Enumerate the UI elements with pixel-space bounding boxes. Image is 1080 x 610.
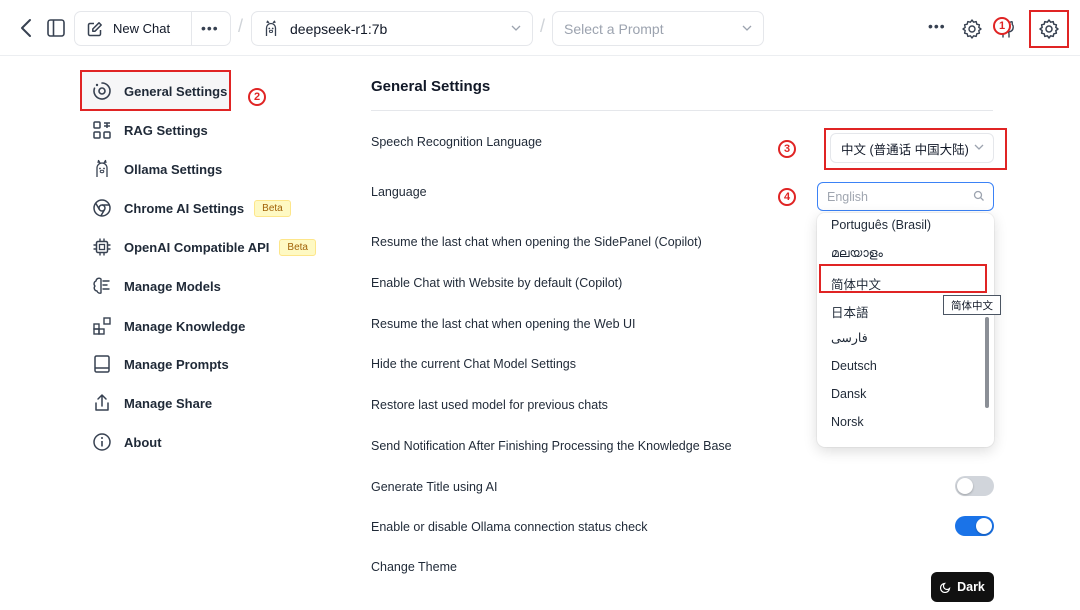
setting-label: Send Notification After Finishing Proces… (371, 439, 732, 453)
setting-label: Hide the current Chat Model Settings (371, 357, 576, 371)
breadcrumb-separator: / (238, 16, 244, 36)
annotation-marker-2: 2 (248, 88, 266, 106)
language-option[interactable]: Norsk (831, 415, 864, 429)
new-chat-label: New Chat (113, 21, 171, 36)
setting-label: Resume the last chat when opening the We… (371, 317, 636, 331)
speech-language-value: 中文 (普通话 中国大陆) (841, 142, 969, 157)
nav-item-manage-models[interactable]: Manage Models (92, 271, 221, 301)
brain-icon (92, 276, 112, 296)
sidebar-toggle-icon[interactable] (44, 16, 68, 40)
share-icon (92, 393, 112, 413)
nav-item-ollama-settings[interactable]: Ollama Settings (92, 154, 222, 184)
language-search-input[interactable] (817, 182, 994, 211)
annotation-marker-4: 4 (778, 188, 796, 206)
breadcrumb-separator: / (540, 16, 546, 36)
setting-label: Enable or disable Ollama connection stat… (371, 520, 648, 534)
nav-item-manage-knowledge[interactable]: Manage Knowledge (92, 311, 245, 341)
nav-item-label: About (124, 434, 162, 450)
chevron-down-icon (974, 144, 984, 150)
option-tooltip: 简体中文 (943, 295, 1001, 315)
nav-item-label: General Settings (124, 83, 228, 99)
setting-label: Enable Chat with Website by default (Cop… (371, 276, 623, 290)
language-option[interactable]: Deutsch (831, 359, 877, 373)
language-option[interactable]: 日本語 (831, 302, 869, 321)
nav-item-label: Chrome AI Settings (124, 200, 245, 216)
rag-icon (92, 120, 112, 140)
nav-item-chrome-ai-settings[interactable]: Chrome AI Settings Beta (92, 193, 291, 223)
settings-button[interactable] (1029, 10, 1069, 48)
nav-item-manage-share[interactable]: Manage Share (92, 388, 212, 418)
nav-item-label: RAG Settings (124, 122, 208, 138)
chevron-down-icon (511, 25, 521, 31)
more-options-button[interactable]: ••• (201, 20, 219, 36)
beta-badge: Beta (279, 238, 316, 256)
nav-item-label: Manage Knowledge (124, 318, 246, 334)
chip-icon (92, 237, 112, 257)
top-bar: New Chat ••• / deepseek-r1:7b / Select a… (0, 0, 1080, 56)
toggle-knob (957, 478, 973, 494)
search-icon (973, 190, 984, 201)
annotation-marker-3: 3 (778, 140, 796, 158)
more-menu-button[interactable]: ••• (928, 18, 946, 34)
dropdown-scrollbar[interactable] (985, 317, 989, 408)
new-chat-button[interactable]: New Chat ••• (74, 11, 231, 46)
divider (371, 110, 993, 111)
setting-label: Generate Title using AI (371, 480, 498, 494)
book-icon (92, 354, 112, 374)
page-title: General Settings (371, 78, 491, 95)
nav-item-manage-prompts[interactable]: Manage Prompts (92, 349, 229, 379)
gear-icon (1039, 19, 1059, 39)
nav-item-general-settings[interactable]: General Settings (92, 76, 227, 106)
setting-label: Resume the last chat when opening the Si… (371, 235, 702, 249)
setting-label: Speech Recognition Language (371, 135, 542, 149)
chevron-down-icon (742, 25, 752, 31)
setting-label: Change Theme (371, 560, 457, 574)
ollama-icon (265, 20, 277, 36)
generate-title-toggle[interactable] (955, 476, 994, 496)
divider (191, 12, 192, 45)
language-option[interactable]: Dansk (831, 387, 866, 401)
nav-item-rag-settings[interactable]: RAG Settings (92, 115, 208, 145)
nav-item-openai-compatible-api[interactable]: OpenAI Compatible API Beta (92, 232, 316, 262)
info-icon (92, 432, 112, 452)
ollama-icon (92, 159, 112, 179)
model-settings-icon[interactable] (960, 17, 984, 41)
theme-button-label: Dark (957, 580, 985, 594)
annotation-marker-1: 1 (993, 17, 1011, 35)
toggle-knob (976, 518, 992, 534)
moon-icon (940, 582, 951, 593)
nav-item-about[interactable]: About (92, 427, 162, 457)
back-icon[interactable] (16, 16, 36, 40)
nav-item-label: Ollama Settings (124, 161, 223, 177)
speech-language-select[interactable]: 中文 (普通话 中国大陆) (830, 133, 994, 163)
model-select[interactable]: deepseek-r1:7b (251, 11, 533, 46)
language-option[interactable]: فارسی (831, 330, 868, 345)
setting-label: Language (371, 185, 427, 199)
language-option[interactable]: Português (Brasil) (831, 218, 931, 232)
dark-theme-button[interactable]: Dark (931, 572, 994, 602)
language-dropdown: Português (Brasil) മലയാളം 简体中文 日本語 فارسی… (817, 213, 994, 447)
ollama-status-check-toggle[interactable] (955, 516, 994, 536)
setting-label: Restore last used model for previous cha… (371, 398, 608, 412)
annotation-box (819, 264, 987, 293)
prompt-select[interactable]: Select a Prompt (552, 11, 764, 46)
beta-badge: Beta (254, 199, 291, 217)
blocks-icon (92, 316, 112, 336)
nav-item-label: Manage Share (124, 395, 213, 411)
language-option[interactable]: മലയാളം (831, 246, 883, 261)
nav-item-label: Manage Models (124, 278, 221, 294)
general-settings-icon (92, 81, 112, 101)
edit-icon (87, 21, 102, 36)
nav-item-label: OpenAI Compatible API (124, 239, 270, 255)
nav-item-label: Manage Prompts (124, 356, 229, 372)
chrome-icon (92, 198, 112, 218)
prompt-placeholder: Select a Prompt (564, 20, 664, 37)
model-name: deepseek-r1:7b (290, 20, 388, 37)
